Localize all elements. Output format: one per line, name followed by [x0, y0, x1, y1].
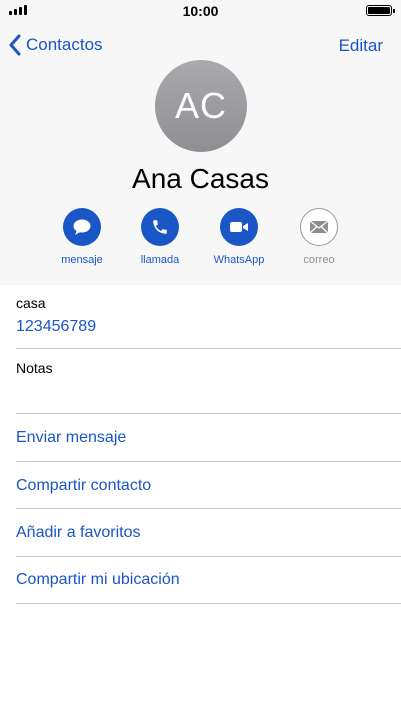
message-action-label: mensaje [61, 254, 103, 266]
phone-label: casa [16, 295, 46, 311]
battery-icon [366, 5, 395, 16]
divider [16, 556, 401, 557]
share-contact-link[interactable]: Compartir contacto [16, 477, 151, 495]
avatar: AC [155, 60, 247, 152]
mail-action-button[interactable]: correo [284, 208, 354, 266]
whatsapp-action-button[interactable]: WhatsApp [204, 208, 274, 266]
video-icon [220, 208, 258, 246]
divider [16, 348, 401, 349]
divider [16, 603, 401, 604]
message-action-button[interactable]: mensaje [47, 208, 117, 266]
status-bar: 10:00 [0, 0, 401, 22]
notes-field[interactable]: Notas [16, 360, 53, 376]
status-time: 10:00 [182, 3, 219, 19]
divider [16, 461, 401, 462]
call-action-button[interactable]: llamada [125, 208, 195, 266]
edit-button[interactable]: Editar [339, 36, 383, 56]
action-buttons: mensaje llamada WhatsApp correo [0, 208, 401, 272]
phone-number[interactable]: 123456789 [16, 318, 96, 336]
message-icon [63, 208, 101, 246]
mail-action-label: correo [303, 254, 335, 266]
send-message-link[interactable]: Enviar mensaje [16, 429, 126, 447]
mail-icon [300, 208, 338, 246]
divider [16, 508, 401, 509]
phone-icon [141, 208, 179, 246]
contact-name: Ana Casas [132, 163, 269, 194]
back-button[interactable]: Contactos [8, 34, 103, 56]
back-label: Contactos [26, 35, 103, 54]
chevron-left-icon [9, 34, 21, 56]
avatar-initials: AC [174, 85, 227, 126]
share-location-link[interactable]: Compartir mi ubicación [16, 571, 180, 589]
call-action-label: llamada [140, 254, 180, 266]
whatsapp-action-label: WhatsApp [213, 254, 265, 266]
add-favorites-link[interactable]: Añadir a favoritos [16, 524, 141, 542]
divider [16, 413, 401, 414]
